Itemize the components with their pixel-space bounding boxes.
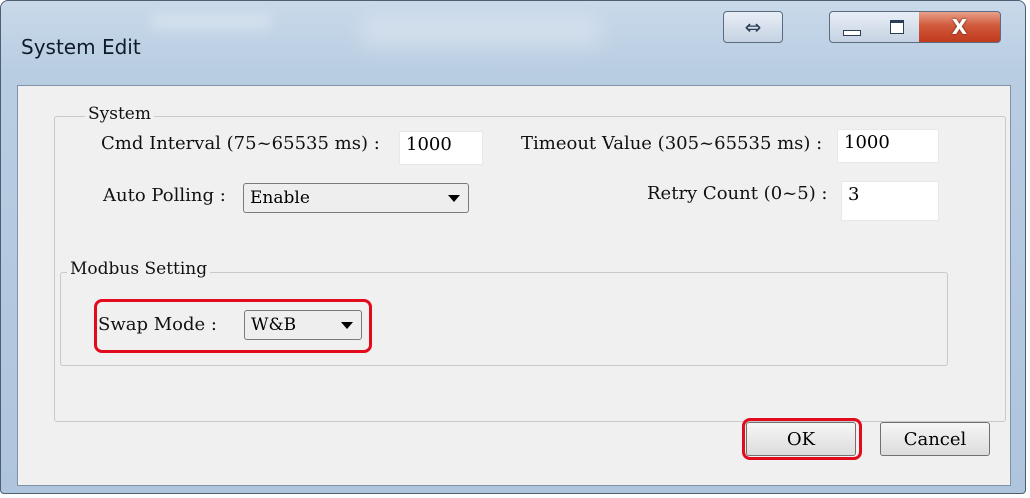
background-blur bbox=[361, 15, 601, 49]
cmd-interval-input[interactable]: 1000 bbox=[399, 131, 483, 165]
timeout-value-input[interactable]: 1000 bbox=[837, 129, 939, 163]
swap-mode-highlight bbox=[94, 299, 372, 353]
auto-polling-selected: Enable bbox=[250, 188, 310, 208]
retry-count-value: 3 bbox=[848, 184, 860, 205]
swap-arrows-icon: ⇔ bbox=[744, 15, 762, 39]
background-blur bbox=[151, 13, 271, 31]
maximize-icon bbox=[889, 20, 904, 34]
close-button[interactable]: X bbox=[919, 11, 1001, 43]
cmd-interval-label: Cmd Interval (75~65535 ms) : bbox=[101, 133, 380, 154]
ok-button-highlight bbox=[742, 418, 862, 460]
maximize-button[interactable] bbox=[874, 11, 920, 43]
timeout-value-value: 1000 bbox=[844, 132, 890, 153]
minimize-icon bbox=[843, 30, 861, 36]
minimize-button[interactable] bbox=[829, 11, 875, 43]
swap-view-button[interactable]: ⇔ bbox=[723, 11, 783, 43]
dialog-client-area: System Cmd Interval (75~65535 ms) : 1000… bbox=[17, 85, 1011, 486]
auto-polling-label: Auto Polling : bbox=[103, 185, 226, 206]
timeout-value-label: Timeout Value (305~65535 ms) : bbox=[521, 133, 823, 154]
cancel-button[interactable]: Cancel bbox=[880, 422, 990, 456]
chevron-down-icon bbox=[448, 195, 460, 202]
window-title: System Edit bbox=[21, 35, 141, 59]
retry-count-input[interactable]: 3 bbox=[841, 181, 939, 221]
retry-count-label: Retry Count (0~5) : bbox=[647, 183, 828, 204]
cmd-interval-value: 1000 bbox=[406, 134, 452, 155]
title-bar[interactable]: System Edit ⇔ X bbox=[1, 1, 1025, 85]
close-icon: X bbox=[951, 15, 968, 39]
system-group-legend: System bbox=[85, 104, 154, 124]
modbus-group-legend: Modbus Setting bbox=[67, 259, 211, 279]
auto-polling-dropdown[interactable]: Enable bbox=[243, 183, 469, 213]
system-edit-dialog: System Edit ⇔ X System Cmd Interval (75~… bbox=[0, 0, 1026, 494]
